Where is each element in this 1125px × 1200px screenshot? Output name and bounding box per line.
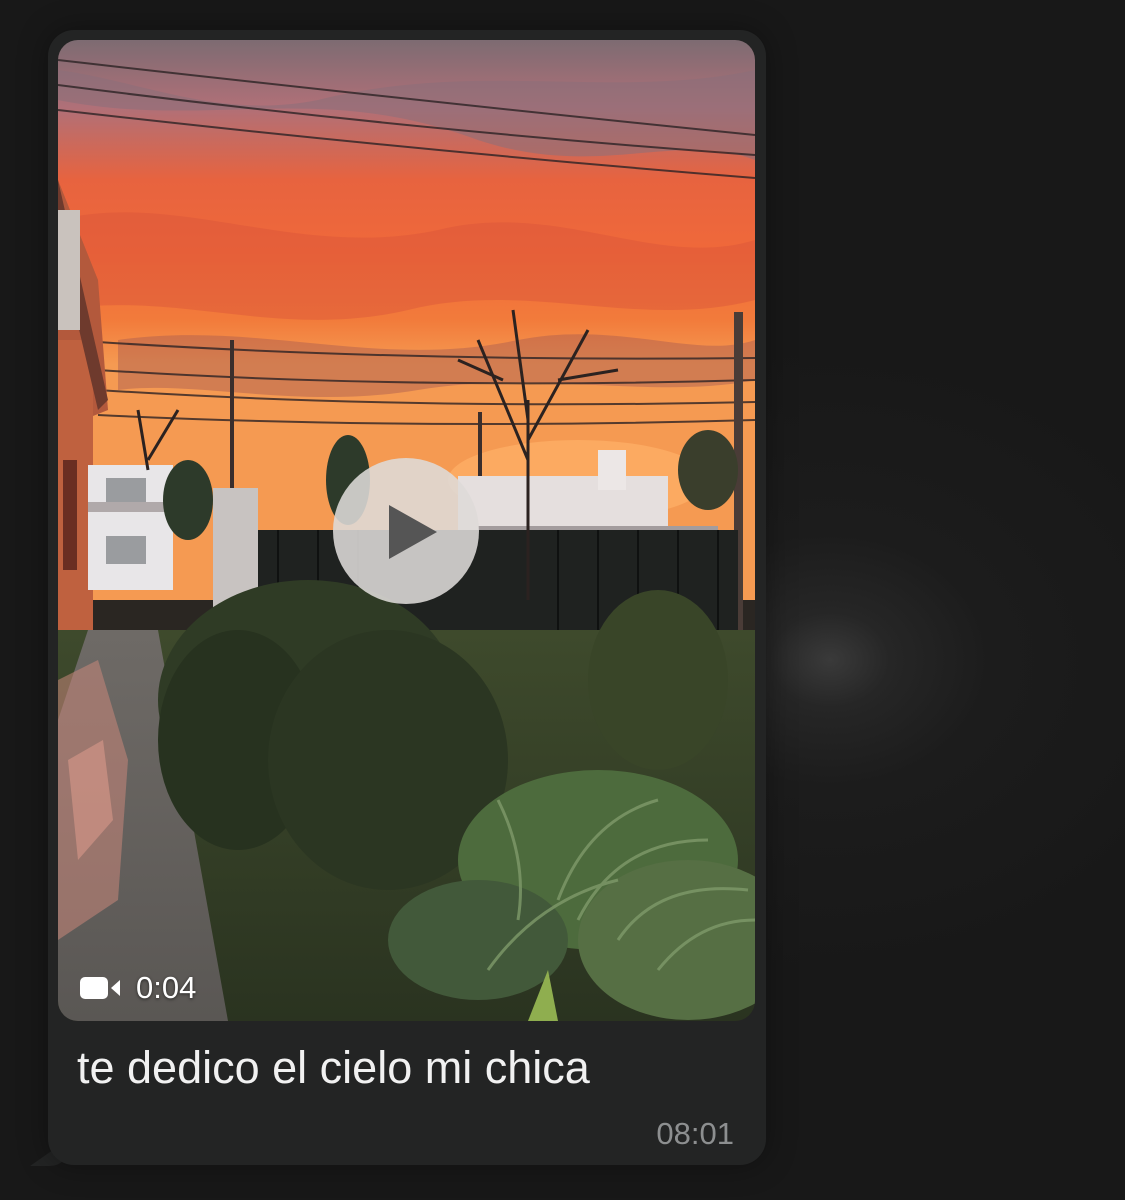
message-timestamp: 08:01 [656, 1116, 734, 1151]
play-button[interactable] [333, 458, 479, 604]
video-thumbnail[interactable] [58, 40, 755, 1021]
video-duration: 0:04 [80, 968, 196, 1008]
video-duration-label: 0:04 [136, 970, 197, 1005]
play-icon [389, 505, 437, 559]
message-caption: te dedico el cielo mi chica [77, 1042, 590, 1093]
video-camera-icon [80, 977, 120, 999]
